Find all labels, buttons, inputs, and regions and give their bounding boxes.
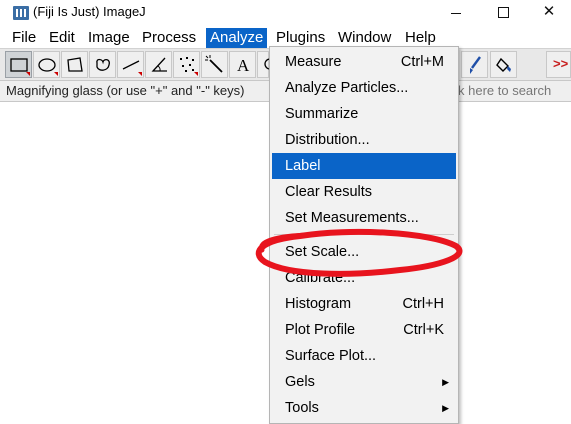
search-field[interactable]: k here to search [458, 83, 551, 98]
freehand-icon [96, 58, 110, 71]
flood-fill-tool-button[interactable] [490, 51, 517, 78]
menu-item-summarize[interactable]: Summarize [272, 101, 456, 127]
menu-item-measure[interactable]: Measure Ctrl+M [272, 49, 456, 75]
menu-item-label: Histogram [285, 296, 352, 312]
polygon-icon [67, 57, 83, 72]
menu-item-histogram[interactable]: Histogram Ctrl+H [272, 291, 456, 317]
menu-item-surface-plot[interactable]: Surface Plot... [272, 343, 456, 369]
status-text: Magnifying glass (or use "+" and "-" key… [6, 83, 245, 98]
menu-window[interactable]: Window [338, 28, 391, 48]
line-tool-button[interactable] [117, 51, 144, 78]
menu-item-label: Gels [285, 374, 315, 390]
menu-item-label: Set Measurements... [285, 210, 419, 226]
menu-item-label: Plot Profile [285, 322, 356, 338]
flood-fill-icon [496, 57, 511, 72]
submenu-arrow-icon: ▶ [442, 377, 449, 387]
menu-analyze[interactable]: Analyze [206, 28, 268, 48]
freehand-tool-button[interactable] [89, 51, 116, 78]
window-title: (Fiji Is Just) ImageJ [33, 4, 146, 19]
menu-item-label: Surface Plot... [285, 348, 377, 364]
menu-item-label: Set Scale... [285, 244, 360, 260]
menu-item-shortcut: Ctrl+H [402, 296, 445, 312]
angle-tool-button[interactable] [145, 51, 172, 78]
menu-item-set-scale[interactable]: Set Scale... [272, 239, 456, 265]
zoom-tool-button[interactable] [257, 51, 270, 78]
maximize-button[interactable] [480, 0, 526, 26]
menu-item-set-measurements[interactable]: Set Measurements... [272, 205, 456, 231]
multipoint-tool-button[interactable] [173, 51, 200, 78]
wand-icon [205, 55, 223, 73]
menu-item-clear-results[interactable]: Clear Results [272, 179, 456, 205]
title-bar: (Fiji Is Just) ImageJ ✕ [0, 0, 571, 26]
menu-item-label: Calibrate... [285, 270, 356, 286]
menu-item-distribution[interactable]: Distribution... [272, 127, 456, 153]
menu-plugins[interactable]: Plugins [276, 28, 325, 48]
text-tool-button[interactable]: A [229, 51, 256, 78]
menu-item-plot-profile[interactable]: Plot Profile Ctrl+K [272, 317, 456, 343]
menu-item-analyze-particles[interactable]: Analyze Particles... [272, 75, 456, 101]
oval-tool-button[interactable] [33, 51, 60, 78]
menu-bar: File Edit Image Process Analyze Plugins … [0, 26, 571, 48]
rectangle-tool-button[interactable] [5, 51, 32, 78]
menu-item-label: Tools [285, 400, 319, 416]
menu-separator [274, 234, 454, 235]
wand-tool-button[interactable] [201, 51, 228, 78]
menu-item-shortcut: Ctrl+M [400, 54, 444, 70]
text-icon: A [237, 56, 250, 75]
menu-item-label-highlighted[interactable]: Label [272, 153, 456, 179]
svg-text:A: A [237, 56, 250, 75]
polygon-tool-button[interactable] [61, 51, 88, 78]
close-button[interactable]: ✕ [526, 0, 571, 26]
menu-process[interactable]: Process [142, 28, 196, 48]
imagej-app-icon [13, 6, 29, 20]
menu-item-tools[interactable]: Tools ▶ [272, 395, 456, 421]
menu-item-label: Summarize [285, 106, 359, 122]
analyze-menu-dropdown: Measure Ctrl+M Analyze Particles... Summ… [269, 46, 459, 424]
menu-item-shortcut: Ctrl+K [403, 322, 444, 338]
menu-item-label: Clear Results [285, 184, 373, 200]
menu-item-calibrate[interactable]: Calibrate... [272, 265, 456, 291]
menu-item-label: Label [285, 158, 321, 174]
menu-item-gels[interactable]: Gels ▶ [272, 369, 456, 395]
menu-file[interactable]: File [12, 28, 36, 48]
menu-item-label: Distribution... [285, 132, 370, 148]
minimize-icon [451, 13, 461, 14]
menu-item-label: Measure [285, 54, 342, 70]
angle-icon [151, 57, 167, 72]
double-chevron-icon: >> [553, 56, 569, 71]
more-tools-button[interactable]: >> [546, 51, 571, 78]
minimize-button[interactable] [433, 0, 479, 26]
maximize-icon [498, 7, 509, 18]
close-icon: ✕ [542, 3, 556, 20]
brush-icon [470, 56, 481, 74]
menu-item-label: Analyze Particles... [285, 80, 409, 96]
menu-edit[interactable]: Edit [49, 28, 75, 48]
submenu-arrow-icon: ▶ [442, 403, 449, 413]
menu-image[interactable]: Image [88, 28, 130, 48]
brush-tool-button[interactable] [461, 51, 488, 78]
menu-help[interactable]: Help [405, 28, 436, 48]
